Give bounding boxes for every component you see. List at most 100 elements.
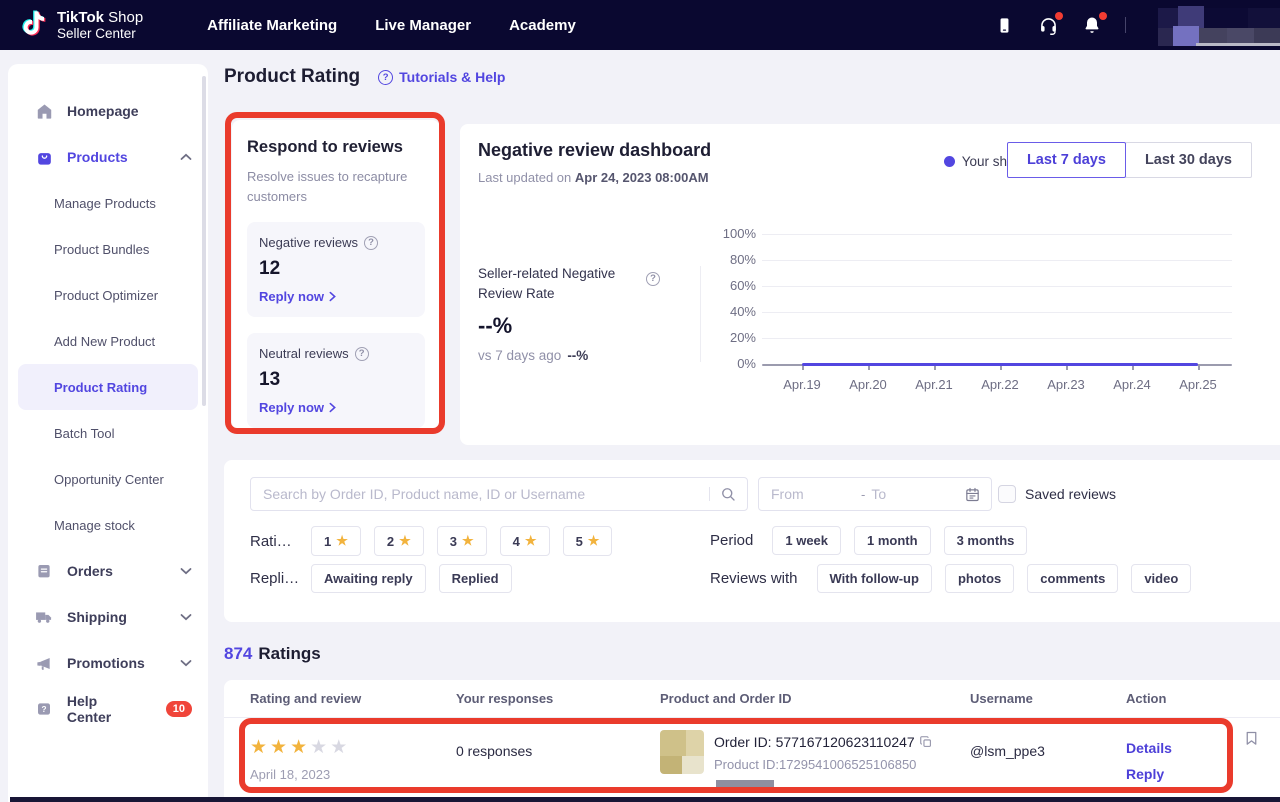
y-tick: 80%: [718, 252, 756, 267]
x-tick: Apr.25: [1179, 377, 1217, 392]
question-circle-icon[interactable]: ?: [646, 272, 660, 286]
date-to-input[interactable]: [871, 486, 933, 502]
bookmark-icon[interactable]: [1243, 730, 1260, 752]
rating-filter-label: Rati…: [250, 533, 298, 550]
stat-compare-label: vs 7 days ago: [478, 348, 561, 363]
mobile-app-icon[interactable]: [993, 14, 1015, 36]
ratings-count: 874: [224, 644, 252, 663]
rating-1-star-chip[interactable]: 1★: [311, 526, 361, 556]
sidebar-item-promotions[interactable]: Promotions: [8, 640, 208, 686]
ratings-table: Rating and review Your responses Product…: [224, 680, 1280, 802]
col-username: Username: [970, 691, 1126, 706]
sidebar-item-batch-tool[interactable]: Batch Tool: [8, 410, 208, 456]
sidebar-item-orders[interactable]: Orders: [8, 548, 208, 594]
filters-panel: - Saved reviews Rati… 1★ 2★ 3★ 4★ 5★ Per…: [224, 460, 1280, 622]
comments-chip[interactable]: comments: [1027, 564, 1118, 593]
date-range-picker: -: [758, 477, 992, 511]
rating-cell: ★★★★★ April 18, 2023: [250, 718, 456, 792]
reply-link[interactable]: Reply: [1126, 766, 1280, 782]
y-tick: 20%: [718, 330, 756, 345]
sidebar-item-manage-products[interactable]: Manage Products: [8, 180, 208, 226]
sidebar: Homepage Products Manage Products Produc…: [8, 64, 208, 802]
sidebar-item-homepage[interactable]: Homepage: [8, 88, 208, 134]
account-avatar-redacted[interactable]: [1158, 4, 1280, 46]
tutorials-help-link[interactable]: ? Tutorials & Help: [378, 69, 505, 85]
saved-reviews-checkbox[interactable]: [998, 485, 1016, 503]
rating-5-star-chip[interactable]: 5★: [563, 526, 613, 556]
star-icon: ★: [250, 737, 270, 758]
sidebar-item-shipping[interactable]: Shipping: [8, 594, 208, 640]
table-row: ★★★★★ April 18, 2023 0 responses Order I…: [224, 718, 1280, 792]
rating-4-star-chip[interactable]: 4★: [500, 526, 550, 556]
last-7-days-button[interactable]: Last 7 days: [1007, 142, 1126, 178]
nav-link-live-manager[interactable]: Live Manager: [375, 17, 471, 34]
rating-3-star-chip[interactable]: 3★: [437, 526, 487, 556]
photos-chip[interactable]: photos: [945, 564, 1014, 593]
product-thumbnail-redacted[interactable]: [660, 730, 704, 774]
sidebar-item-label: Products: [67, 149, 128, 165]
sidebar-item-product-rating[interactable]: Product Rating: [18, 364, 198, 410]
neutral-reviews-count: 13: [259, 369, 413, 391]
date-from-input[interactable]: [771, 486, 859, 502]
video-chip[interactable]: video: [1131, 564, 1191, 593]
dashboard-last-updated: Last updated on Apr 24, 2023 08:00AM: [478, 170, 709, 185]
tiktok-shop-logo[interactable]: TikTok Shop Seller Center: [20, 7, 143, 44]
x-tick: Apr.22: [981, 377, 1019, 392]
ratings-label: Ratings: [258, 644, 320, 663]
copy-icon[interactable]: [919, 735, 933, 749]
chart-plot-area: Apr.19 Apr.20 Apr.21 Apr.22 Apr.23 Apr.2…: [762, 234, 1232, 404]
sidebar-item-manage-stock[interactable]: Manage stock: [8, 502, 208, 548]
sidebar-item-product-bundles[interactable]: Product Bundles: [8, 226, 208, 272]
nav-link-affiliate-marketing[interactable]: Affiliate Marketing: [207, 17, 337, 34]
support-headset-icon[interactable]: [1037, 14, 1059, 36]
respond-to-reviews-panel: Respond to reviews Resolve issues to rec…: [232, 120, 440, 430]
stat-compare-value: --%: [567, 348, 588, 363]
bell-icon[interactable]: [1081, 14, 1103, 36]
col-action: Action: [1126, 691, 1280, 706]
question-circle-icon[interactable]: ?: [364, 236, 378, 250]
sidebar-item-help-center[interactable]: ? Help Center 10: [8, 686, 208, 732]
sidebar-scrollbar[interactable]: [202, 76, 206, 406]
chevron-right-icon: [329, 402, 336, 413]
replied-filter-row: Repli… Awaiting reply Replied: [250, 564, 512, 593]
help-center-badge: 10: [166, 701, 192, 717]
negative-reviews-count: 12: [259, 258, 413, 280]
megaphone-icon: [34, 653, 54, 673]
search-icon[interactable]: [719, 485, 737, 503]
star-icon: ★: [462, 533, 474, 549]
neutral-reply-now-link[interactable]: Reply now: [259, 400, 413, 415]
y-tick: 40%: [718, 304, 756, 319]
sidebar-item-products[interactable]: Products: [8, 134, 208, 180]
saved-reviews-label: Saved reviews: [1025, 486, 1116, 502]
last-updated-prefix: Last updated on: [478, 170, 575, 185]
order-id-label: Order ID:: [714, 734, 772, 750]
responses-cell: 0 responses: [456, 718, 660, 792]
period-3-months-chip[interactable]: 3 months: [944, 526, 1028, 555]
with-follow-up-chip[interactable]: With follow-up: [817, 564, 932, 593]
dashboard-title: Negative review dashboard: [478, 140, 711, 161]
sidebar-item-label: Promotions: [67, 655, 145, 671]
last-30-days-button[interactable]: Last 30 days: [1125, 142, 1252, 178]
sidebar-item-product-optimizer[interactable]: Product Optimizer: [8, 272, 208, 318]
awaiting-reply-chip[interactable]: Awaiting reply: [311, 564, 426, 593]
calendar-icon[interactable]: [964, 486, 981, 503]
period-1-month-chip[interactable]: 1 month: [854, 526, 931, 555]
col-your-responses: Your responses: [456, 691, 660, 706]
chevron-down-icon: [180, 613, 192, 621]
reviews-with-label: Reviews with: [710, 570, 798, 587]
sidebar-item-label: Help Center: [67, 693, 145, 725]
chevron-right-icon: [329, 291, 336, 302]
rating-2-star-chip[interactable]: 2★: [374, 526, 424, 556]
replied-chip[interactable]: Replied: [439, 564, 512, 593]
chevron-down-icon: [180, 567, 192, 575]
negative-reviews-label: Negative reviews: [259, 235, 358, 250]
nav-link-academy[interactable]: Academy: [509, 17, 576, 34]
svg-text:?: ?: [41, 705, 46, 714]
neutral-reviews-label: Neutral reviews: [259, 346, 349, 361]
sidebar-item-opportunity-center[interactable]: Opportunity Center: [8, 456, 208, 502]
negative-reply-now-link[interactable]: Reply now: [259, 289, 413, 304]
search-input[interactable]: [263, 486, 700, 502]
question-circle-icon[interactable]: ?: [355, 347, 369, 361]
sidebar-item-add-new-product[interactable]: Add New Product: [8, 318, 208, 364]
period-1-week-chip[interactable]: 1 week: [772, 526, 841, 555]
